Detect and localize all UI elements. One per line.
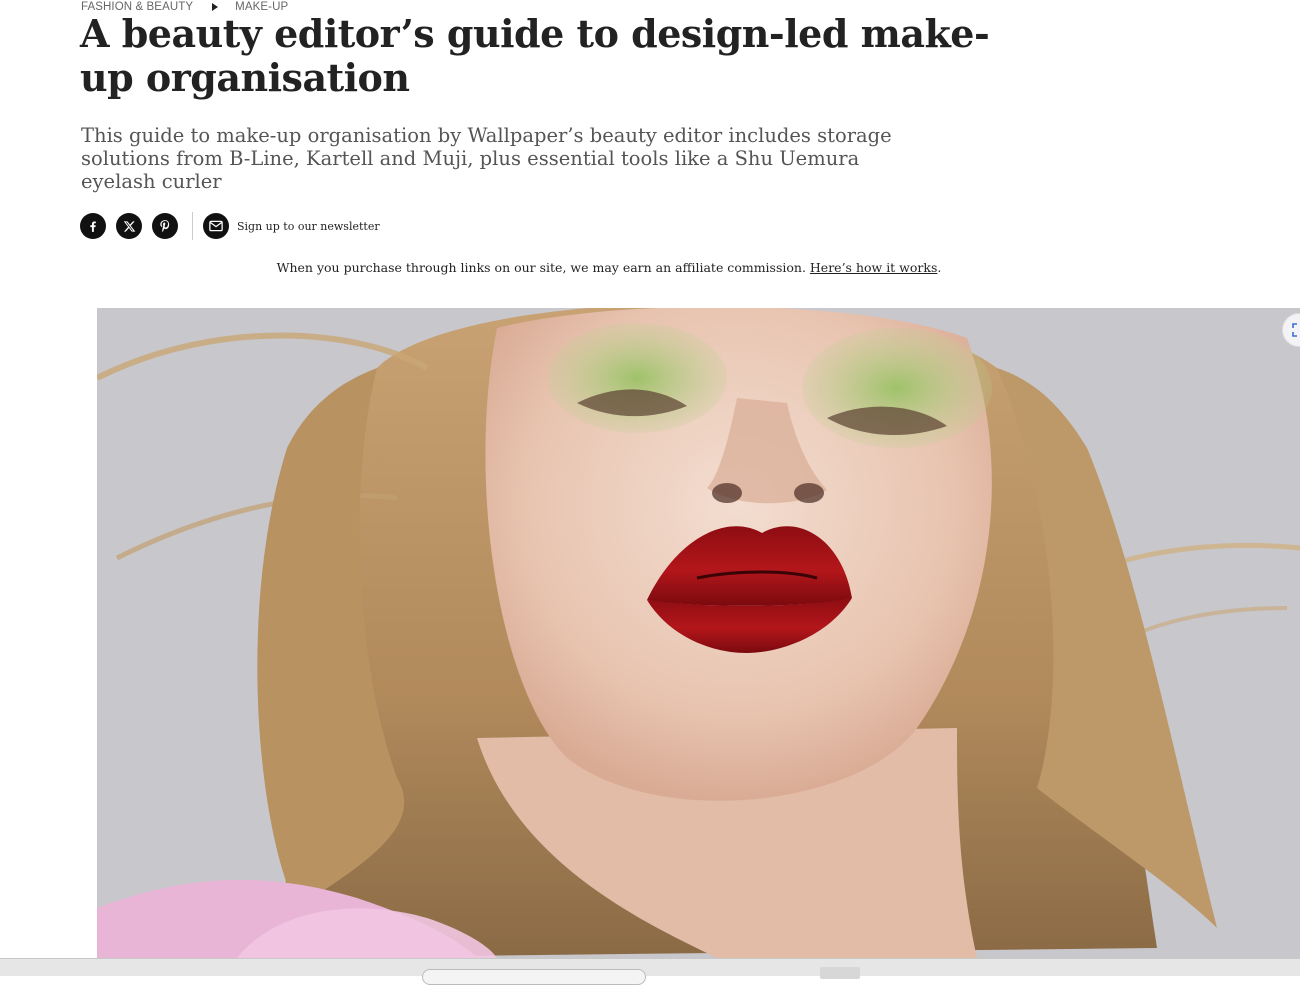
affiliate-how-it-works-link[interactable]: Here’s how it works	[810, 260, 937, 275]
share-bar: Sign up to our newsletter	[80, 212, 380, 240]
affiliate-trailing: .	[937, 260, 942, 275]
expand-icon	[1292, 323, 1297, 337]
mail-icon	[209, 220, 223, 232]
pinterest-icon	[160, 220, 170, 232]
facebook-share-button[interactable]	[80, 213, 106, 239]
pinterest-share-button[interactable]	[152, 213, 178, 239]
facebook-icon	[90, 221, 96, 232]
bottom-toolbar	[0, 958, 1300, 985]
share-divider	[192, 212, 193, 240]
article-standfirst: This guide to make-up organisation by Wa…	[81, 124, 892, 193]
newsletter-label: Sign up to our newsletter	[237, 219, 380, 233]
newsletter-signup-link[interactable]: Sign up to our newsletter	[203, 213, 380, 239]
bottom-toolbar-pill[interactable]	[422, 969, 646, 985]
affiliate-text: When you purchase through links on our s…	[276, 260, 806, 275]
breadcrumb-arrow-icon	[212, 3, 219, 11]
x-icon	[123, 220, 135, 232]
newsletter-icon-button[interactable]	[203, 213, 229, 239]
affiliate-disclaimer: When you purchase through links on our s…	[0, 260, 1218, 275]
bottom-toolbar-button[interactable]	[820, 967, 860, 979]
hero-portrait-illustration	[97, 308, 1300, 958]
article-title: A beauty editor’s guide to design-led ma…	[80, 11, 990, 100]
x-share-button[interactable]	[116, 213, 142, 239]
hero-image	[97, 308, 1300, 958]
